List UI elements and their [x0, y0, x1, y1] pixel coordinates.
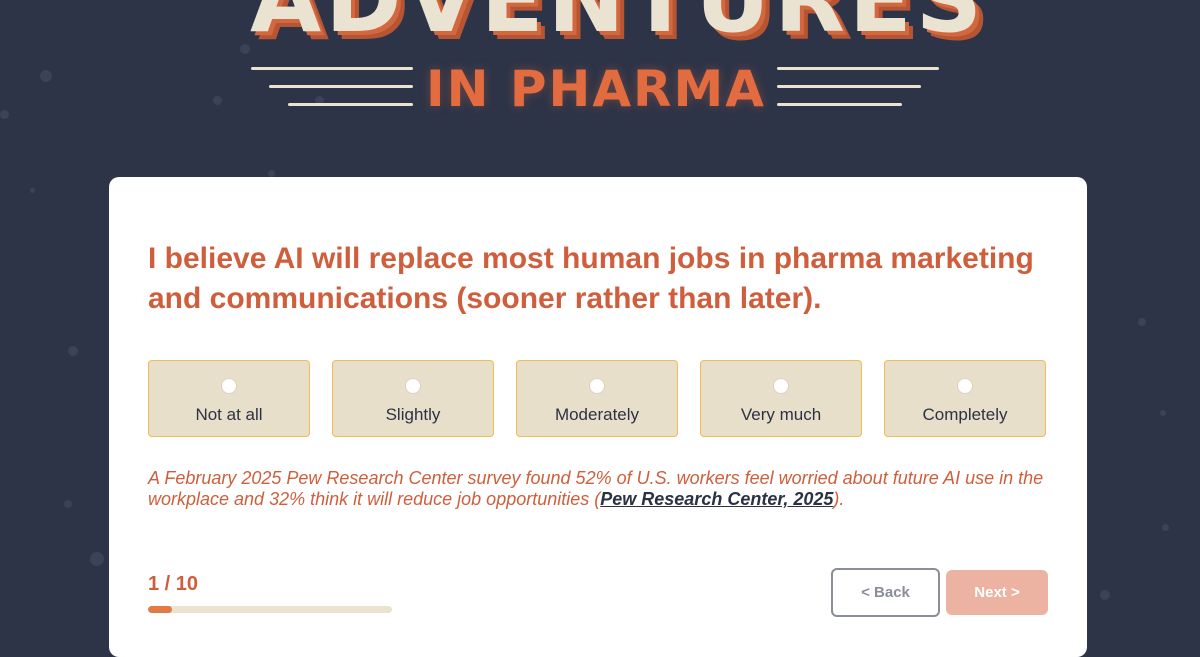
radio-button[interactable] [589, 378, 605, 394]
logo-stripe [288, 103, 413, 106]
note-text: A February 2025 Pew Research Center surv… [148, 468, 1044, 509]
option-label: Moderately [554, 405, 640, 424]
progress-bar-fill [148, 606, 173, 613]
next-button[interactable]: Next > [946, 570, 1048, 615]
option-label: Not at all [195, 405, 263, 424]
logo-stripe [777, 103, 902, 106]
source-link[interactable]: Pew Research Center, 2025 [600, 489, 833, 509]
logo-stripe [269, 85, 413, 88]
note-end: ). [833, 489, 845, 509]
option-label: Completely [922, 405, 1008, 424]
logo-stripe [251, 67, 413, 70]
radio-button[interactable] [405, 378, 421, 394]
option-completely[interactable]: Completely [884, 360, 1046, 437]
progress-bar [148, 606, 392, 613]
option-moderately[interactable]: Moderately [516, 360, 678, 437]
progress-counter: 1 / 10 [148, 573, 199, 595]
logo-subtitle: IN PHARMA [426, 60, 766, 118]
radio-button[interactable] [957, 378, 973, 394]
radio-button[interactable] [773, 378, 789, 394]
option-slightly[interactable]: Slightly [332, 360, 494, 437]
back-button[interactable]: < Back [831, 568, 940, 617]
question-card: I believe AI will replace most human job… [109, 177, 1087, 657]
source-note: A February 2025 Pew Research Center surv… [148, 468, 1048, 510]
question-text: I believe AI will replace most human job… [148, 242, 1034, 315]
option-label: Very much [740, 405, 822, 424]
option-not-at-all[interactable]: Not at all [148, 360, 310, 437]
logo-stripe [777, 85, 921, 88]
logo-title: ADVENTURES [250, 0, 982, 46]
option-label: Slightly [385, 405, 441, 424]
app-logo: ADVENTURES IN PHARMA [0, 0, 1200, 175]
radio-button[interactable] [221, 378, 237, 394]
option-very-much[interactable]: Very much [700, 360, 862, 437]
logo-stripe [777, 67, 939, 70]
